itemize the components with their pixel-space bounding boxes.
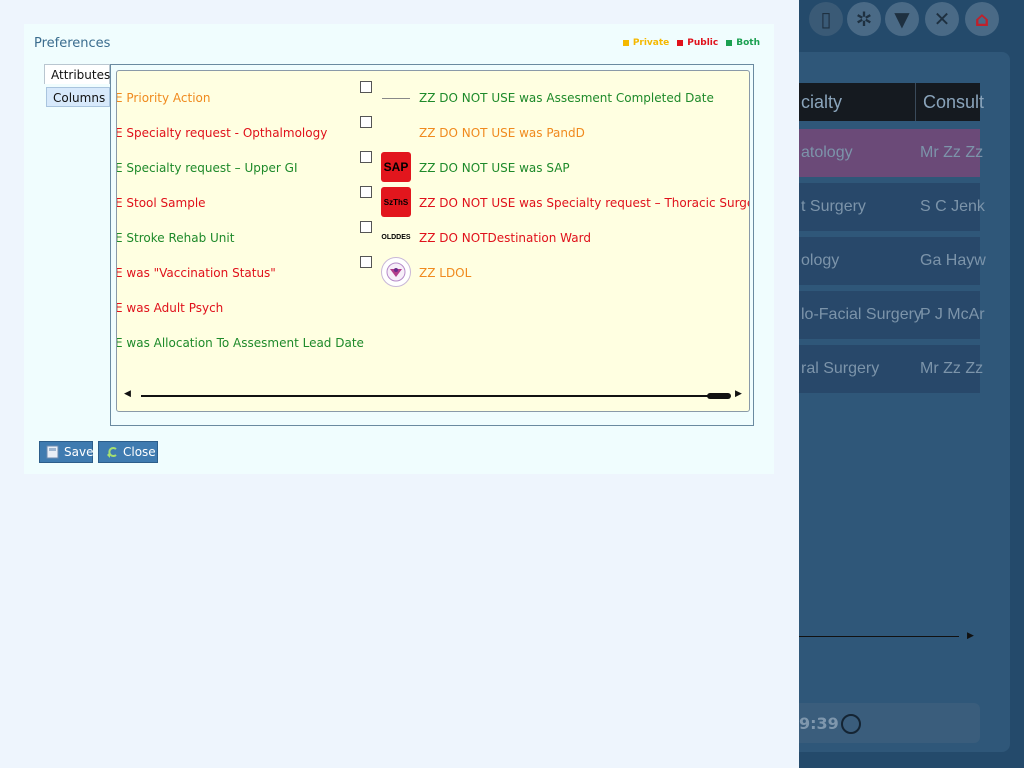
header-specialty[interactable]: cialty bbox=[801, 92, 842, 113]
attribute-item[interactable]: E Stroke Rehab Unit bbox=[117, 231, 234, 245]
grid-cell: lo-Facial Surgery bbox=[801, 306, 922, 323]
attributes-list: E Priority Action E Specialty request - … bbox=[116, 70, 750, 412]
settings-icon[interactable]: ✲ bbox=[847, 2, 881, 36]
attribute-item[interactable]: E was "Vaccination Status" bbox=[117, 266, 276, 280]
attribute-checkbox[interactable] bbox=[360, 81, 372, 93]
attribute-item[interactable]: E was Allocation To Assesment Lead Date bbox=[117, 336, 364, 350]
tab-columns[interactable]: Columns bbox=[46, 87, 110, 107]
attribute-checkbox[interactable] bbox=[360, 116, 372, 128]
legend-label-private: Private bbox=[632, 38, 670, 48]
attribute-item[interactable]: ZZ DO NOT USE was SAP bbox=[419, 161, 570, 175]
save-label: Save bbox=[64, 445, 94, 459]
dialog-title: Preferences bbox=[34, 36, 111, 51]
header-consultant[interactable]: Consult bbox=[923, 92, 984, 113]
attribute-checkbox[interactable] bbox=[360, 151, 372, 163]
legend-label-public: Public bbox=[687, 38, 719, 48]
scrollbar-track[interactable] bbox=[141, 395, 711, 397]
dash-icon bbox=[381, 83, 411, 113]
status-circle-icon[interactable] bbox=[841, 714, 861, 734]
logo-icon bbox=[381, 257, 411, 287]
filter-icon[interactable]: ▼ bbox=[885, 2, 919, 36]
grid-row[interactable]: ral Surgery Mr Zz Zz bbox=[799, 345, 984, 393]
home-icon[interactable]: ⌂ bbox=[965, 2, 999, 36]
legend-item-private: Private bbox=[622, 38, 670, 48]
grid-cell: S C Jenk bbox=[920, 198, 985, 215]
attribute-item[interactable]: ZZ DO NOTDestination Ward bbox=[419, 231, 591, 245]
close-arrow-icon bbox=[105, 445, 119, 459]
attribute-checkbox[interactable] bbox=[360, 186, 372, 198]
tab-attributes[interactable]: Attributes bbox=[44, 64, 110, 84]
attribute-item[interactable]: ZZ LDOL bbox=[419, 266, 471, 280]
preferences-dialog: Preferences Private Public Both Attribut… bbox=[24, 24, 774, 474]
horizontal-scrollbar[interactable]: ◀ ▶ bbox=[121, 389, 743, 401]
attribute-item[interactable]: E was Adult Psych bbox=[117, 301, 223, 315]
background-scrollbar[interactable] bbox=[799, 636, 959, 637]
legend-label-both: Both bbox=[736, 38, 760, 48]
scroll-right-arrow-icon[interactable]: ▶ bbox=[735, 389, 742, 399]
scroll-right-arrow-icon[interactable]: ▶ bbox=[967, 631, 974, 641]
oldde-icon: OLDDES bbox=[381, 233, 411, 241]
attribute-item[interactable]: ZZ DO NOT USE was Assesment Completed Da… bbox=[419, 91, 714, 105]
background-app: ▯ ✲ ▼ ✕ ⌂ cialty Consult atology Mr Zz Z… bbox=[799, 0, 1024, 768]
attribute-item[interactable]: E Priority Action bbox=[117, 91, 211, 105]
attribute-checkbox[interactable] bbox=[360, 256, 372, 268]
attribute-item[interactable]: E Specialty request – Upper GI bbox=[117, 161, 297, 175]
close-icon[interactable]: ✕ bbox=[925, 2, 959, 36]
grid-cell: ral Surgery bbox=[801, 360, 880, 377]
attribute-item[interactable]: E Stool Sample bbox=[117, 196, 206, 210]
grid-cell: atology bbox=[801, 144, 853, 161]
status-time: 9:39 bbox=[799, 714, 839, 733]
grid-cell: Mr Zz Zz bbox=[920, 360, 984, 377]
scroll-left-arrow-icon[interactable]: ◀ bbox=[124, 389, 131, 399]
attribute-checkbox[interactable] bbox=[360, 221, 372, 233]
sap-icon: SAP bbox=[381, 152, 411, 182]
close-button[interactable]: Close bbox=[98, 441, 158, 463]
grid-row[interactable]: lo-Facial Surgery P J McAr bbox=[799, 291, 985, 339]
legend-swatch-public bbox=[677, 40, 684, 46]
attribute-item[interactable]: ZZ DO NOT USE was PandD bbox=[419, 126, 585, 140]
grid-cell: Mr Zz Zz bbox=[920, 144, 984, 161]
toolbar-icon[interactable]: ▯ bbox=[809, 2, 843, 36]
grid-cell: Ga Hayw bbox=[920, 252, 986, 269]
background-grid-header: cialty Consult bbox=[799, 83, 984, 121]
save-icon bbox=[46, 445, 60, 459]
grid-cell: t Surgery bbox=[801, 198, 866, 215]
scrollbar-thumb[interactable] bbox=[707, 393, 731, 399]
grid-cell: ology bbox=[801, 252, 840, 269]
background-status-bar: 9:39 bbox=[799, 703, 980, 743]
legend-item-public: Public bbox=[677, 38, 718, 48]
attribute-item[interactable]: E Specialty request - Opthalmology bbox=[117, 126, 327, 140]
grid-row[interactable]: ology Ga Hayw bbox=[799, 237, 986, 285]
legend-swatch-private bbox=[622, 40, 629, 46]
save-button[interactable]: Save bbox=[39, 441, 93, 463]
szths-icon: SzThS bbox=[381, 187, 411, 217]
legend: Private Public Both bbox=[622, 38, 760, 48]
grid-row[interactable]: atology Mr Zz Zz bbox=[799, 129, 984, 177]
grid-row[interactable]: t Surgery S C Jenk bbox=[799, 183, 985, 231]
legend-item-both: Both bbox=[726, 38, 760, 48]
close-label: Close bbox=[123, 445, 156, 459]
background-toolbar: ▯ ✲ ▼ ✕ ⌂ bbox=[799, 0, 1024, 42]
attribute-item[interactable]: ZZ DO NOT USE was Specialty request – Th… bbox=[419, 196, 749, 210]
legend-swatch-both bbox=[726, 40, 733, 46]
grid-cell: P J McAr bbox=[920, 306, 985, 323]
